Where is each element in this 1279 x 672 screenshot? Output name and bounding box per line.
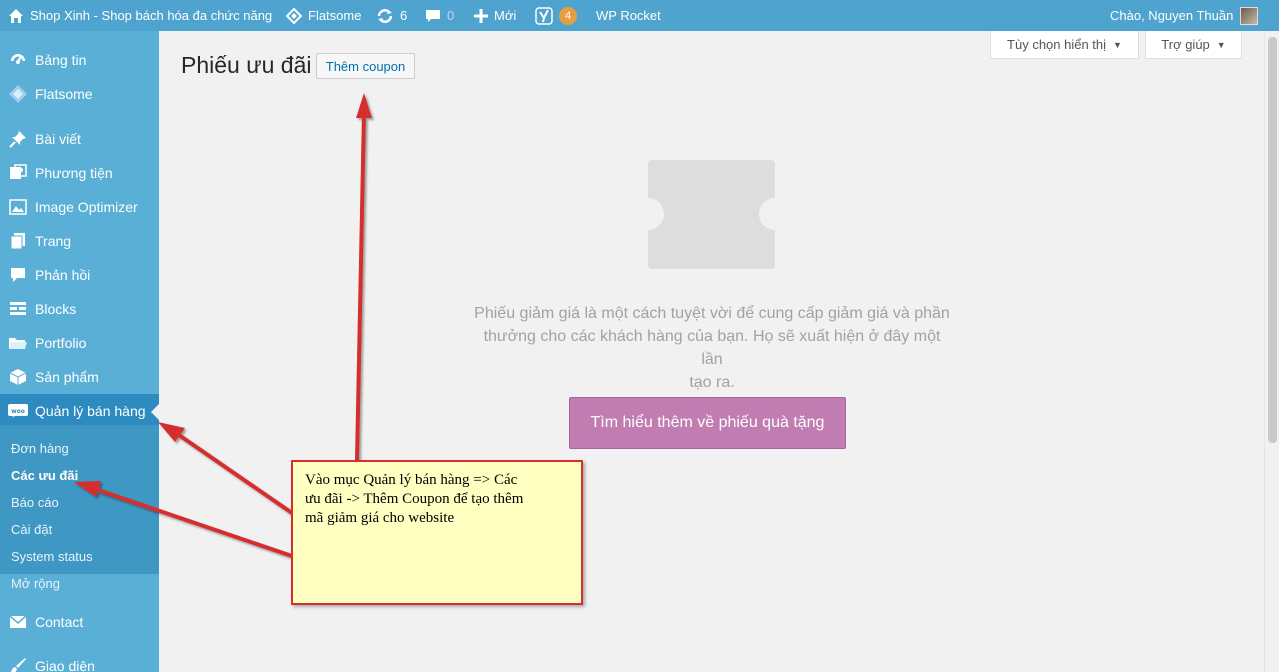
- submenu-settings[interactable]: Cài đặt: [11, 520, 52, 540]
- box-icon: [8, 367, 28, 387]
- brush-icon: [8, 656, 28, 672]
- menu-label: Bảng tin: [35, 52, 87, 68]
- menu-label: Portfolio: [35, 335, 87, 351]
- updates-link[interactable]: 6: [376, 0, 407, 31]
- page-icon: [8, 231, 28, 251]
- screen-options-label: Tùy chọn hiển thị: [1007, 37, 1107, 52]
- woocommerce-submenu: Đơn hàng Các ưu đãi Báo cáo Cài đặt Syst…: [0, 425, 159, 591]
- menu-label: Phương tiện: [35, 165, 113, 181]
- flatsome-icon: [8, 84, 28, 104]
- yoast-icon: [535, 6, 553, 25]
- help-label: Trợ giúp: [1161, 37, 1210, 52]
- woo-icon: woo: [8, 401, 28, 421]
- menu-label: Image Optimizer: [35, 199, 138, 215]
- menu-label: Blocks: [35, 301, 77, 317]
- menu-label: Phản hồi: [35, 267, 91, 283]
- menu-item-flatsome[interactable]: Flatsome: [0, 77, 159, 111]
- menu-item-woocommerce[interactable]: woo Quản lý bán hàng: [0, 394, 159, 428]
- menu-label: Bài viết: [35, 131, 81, 147]
- caret-down-icon: ▼: [1113, 39, 1122, 50]
- wp-rocket-link[interactable]: WP Rocket: [596, 0, 661, 31]
- new-content-link[interactable]: Mới: [474, 0, 516, 31]
- submenu-system-status[interactable]: System status: [11, 547, 93, 567]
- dashboard-icon: [8, 50, 28, 70]
- mail-icon: [8, 612, 28, 632]
- site-name: Shop Xinh - Shop bách hóa đa chức năng: [30, 8, 273, 23]
- annotation-line: ưu đãi -> Thêm Coupon để tạo thêm: [305, 491, 524, 507]
- annotation-line: mã giảm giá cho website: [305, 510, 455, 526]
- avatar: [1240, 6, 1259, 25]
- menu-item-image-optimizer[interactable]: Image Optimizer: [0, 190, 159, 224]
- scrollbar-thumb[interactable]: [1268, 37, 1277, 443]
- blocks-icon: [8, 299, 28, 319]
- empty-state-line: Phiếu giảm giá là một cách tuyệt vời để …: [474, 305, 950, 322]
- menu-item-pages[interactable]: Trang: [0, 224, 159, 258]
- updates-icon: [376, 8, 394, 24]
- site-name-link[interactable]: Shop Xinh - Shop bách hóa đa chức năng: [8, 0, 272, 31]
- menu-item-dashboard[interactable]: Bảng tin: [0, 43, 159, 77]
- submenu-orders[interactable]: Đơn hàng: [11, 439, 69, 459]
- add-coupon-button[interactable]: Thêm coupon: [316, 53, 415, 79]
- yoast-link[interactable]: 4: [535, 0, 577, 31]
- comment-icon: [425, 8, 441, 24]
- comments-link[interactable]: 0: [425, 0, 454, 31]
- page-title: Phiếu ưu đãi: [181, 52, 312, 78]
- yoast-badge: 4: [559, 6, 577, 25]
- home-icon: [8, 8, 24, 24]
- pin-icon: [8, 129, 28, 149]
- learn-more-button[interactable]: Tìm hiểu thêm về phiếu quà tặng: [569, 397, 846, 449]
- empty-state-message: Phiếu giảm giá là một cách tuyệt vời để …: [471, 302, 953, 394]
- screen-options-button[interactable]: Tùy chọn hiển thị ▼: [990, 31, 1139, 59]
- help-button[interactable]: Trợ giúp ▼: [1145, 31, 1242, 59]
- scrollbar[interactable]: [1264, 31, 1279, 672]
- empty-state-line: tạo ra.: [689, 374, 735, 391]
- submenu-extensions[interactable]: Mở rộng: [11, 574, 60, 594]
- flatsome-label: Flatsome: [308, 8, 362, 23]
- coupon-ticket-icon: [648, 160, 775, 274]
- menu-item-posts[interactable]: Bài viết: [0, 122, 159, 156]
- menu-label: Quản lý bán hàng: [35, 403, 146, 419]
- menu-item-portfolio[interactable]: Portfolio: [0, 326, 159, 360]
- menu-label: Contact: [35, 614, 84, 630]
- greeting: Chào, Nguyen Thuần: [1110, 8, 1234, 23]
- annotation-line: Vào mục Quản lý bán hàng => Các: [305, 472, 518, 488]
- menu-item-blocks[interactable]: Blocks: [0, 292, 159, 326]
- new-label: Mới: [494, 8, 517, 23]
- menu-item-products[interactable]: Sản phẩm: [0, 360, 159, 394]
- comment-icon: [8, 265, 28, 285]
- admin-bar: Shop Xinh - Shop bách hóa đa chức năng F…: [0, 0, 1279, 31]
- submenu-reports[interactable]: Báo cáo: [11, 493, 59, 513]
- menu-label: Sản phẩm: [35, 369, 99, 385]
- account-menu[interactable]: Chào, Nguyen Thuần: [1110, 0, 1259, 31]
- flatsome-icon: [286, 7, 302, 24]
- menu-label: Flatsome: [35, 86, 93, 102]
- image-icon: [8, 197, 28, 217]
- menu-item-comments[interactable]: Phản hồi: [0, 258, 159, 292]
- comments-count: 0: [447, 8, 455, 23]
- menu-item-appearance[interactable]: Giao diện: [0, 649, 159, 672]
- menu-label: Trang: [35, 233, 72, 249]
- plus-icon: [474, 8, 488, 23]
- menu-item-media[interactable]: Phương tiện: [0, 156, 159, 190]
- updates-count: 6: [400, 8, 408, 23]
- caret-down-icon: ▼: [1216, 39, 1226, 50]
- empty-state-line: thưởng cho các khách hàng của bạn. Họ sẽ…: [483, 328, 941, 368]
- svg-text:woo: woo: [11, 408, 25, 415]
- admin-sidebar: Bảng tin Flatsome Bài viết Phương tiện I…: [0, 31, 159, 672]
- menu-item-contact[interactable]: Contact: [0, 605, 159, 639]
- annotation-note: Vào mục Quản lý bán hàng => Các ưu đãi -…: [291, 460, 583, 605]
- submenu-coupons[interactable]: Các ưu đãi: [11, 466, 78, 486]
- menu-label: Giao diện: [35, 658, 95, 672]
- media-icon: [8, 163, 28, 183]
- flatsome-link[interactable]: Flatsome: [286, 0, 361, 31]
- folder-icon: [8, 333, 28, 353]
- wp-rocket-label: WP Rocket: [596, 8, 661, 23]
